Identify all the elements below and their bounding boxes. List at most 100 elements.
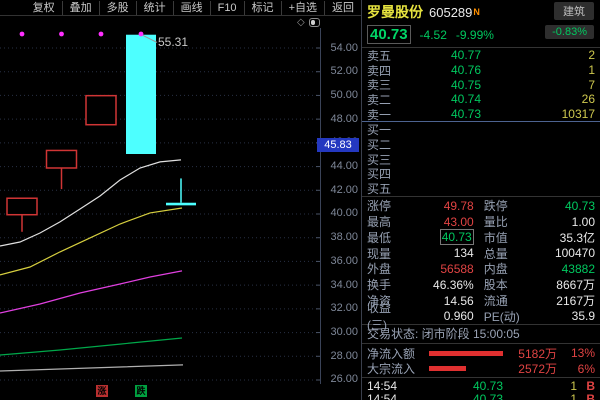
ask-row[interactable]: 卖一40.7310317 [362,107,600,122]
y-axis-label: 52.00 [318,65,358,78]
flow-pct: 6% [557,362,595,376]
stat-value: 35.3亿 [526,229,595,246]
stats-row: 收益(三)0.960PE(动)35.9 [362,308,600,324]
y-axis-label: 48.00 [318,113,358,126]
level-volume: 26 [481,92,595,106]
stat-value-text: 46.36% [433,278,474,292]
stat-label: 外盘 [367,260,401,277]
y-axis-label: 26.00 [318,373,358,386]
flow-label: 大宗流入 [367,360,429,377]
level-price: 40.75 [399,78,481,92]
bid-row[interactable]: 买一 [362,122,600,137]
level-label: 卖一 [367,106,399,123]
bid-row[interactable]: 买五 [362,181,600,196]
stat-value-text: 14.56 [444,294,474,308]
level-volume: 1 [481,63,595,77]
stat-value: 40.73 [526,199,595,213]
money-flow: 净流入额 5182万13% 大宗流入 2572万6% [362,344,600,378]
y-axis-label: 38.00 [318,231,358,244]
chart-region: 复权叠加多股统计画线F10标记+自选返回 ◇ 54.0052.0050.0048… [0,0,362,400]
stat-label: 量比 [484,213,526,230]
last-price: 40.73 [367,25,411,44]
stat-value: 134 [401,246,474,260]
price-row: 40.73 -4.52 -9.99% -0.83% [362,22,600,48]
stat-value: 43882 [526,262,595,276]
level-price: 40.76 [399,63,481,77]
flow-row: 大宗流入 2572万6% [362,361,600,377]
bid-rows: 买一买二买三买四买五 [362,121,600,195]
stat-value: 1.00 [526,215,595,229]
stat-value-text: 49.78 [444,199,474,213]
flow-bar [429,351,509,356]
stat-value: 8667万 [526,276,595,293]
level-label: 买五 [367,180,399,197]
y-axis-label: 28.00 [318,350,358,363]
stat-value: 35.9 [526,309,595,323]
tick-row: 14:5440.731B [362,393,600,400]
quote-header: 罗曼股份 605289 N 建筑 [362,0,600,22]
high-price-annotation: 55.31 [158,35,188,49]
tick-volume: 1 [503,393,577,400]
ask-row[interactable]: 卖五40.772 [362,48,600,63]
ask-row[interactable]: 卖二40.7426 [362,92,600,107]
stat-label: 跌停 [484,197,526,214]
stat-value: 2167万 [526,292,595,309]
stock-name: 罗曼股份 [367,2,423,22]
bid-row[interactable]: 买二 [362,137,600,152]
stat-value: 46.36% [401,278,474,292]
ask-row[interactable]: 卖三40.757 [362,77,600,92]
stat-value-text: 0.960 [444,309,474,323]
stat-value: 56588 [401,262,474,276]
trading-status: 交易状态: 闭市阶段 15:00:05 [362,325,600,344]
flow-value: 5182万 [509,345,557,362]
stat-label: 换手 [367,276,401,293]
level-volume: 7 [481,78,595,92]
stats-row: 换手46.36%股本8667万 [362,277,600,293]
stat-label: 涨停 [367,197,401,214]
new-stock-flag: N [473,7,480,17]
stat-value: 49.78 [401,199,474,213]
level-price: 40.74 [399,92,481,106]
candlestick-chart[interactable] [0,0,362,400]
stat-value: 43.00 [401,215,474,229]
stock-code: 605289 [429,5,472,20]
ask-row[interactable]: 卖四40.761 [362,63,600,78]
stats-row: 现量134总量100470 [362,245,600,261]
y-axis-label: 54.00 [318,42,358,55]
stat-value-text: 40.73 [440,229,474,245]
tick-volume: 1 [503,380,577,393]
sector-button[interactable]: 建筑 [554,2,594,20]
tick-side: B [577,393,595,400]
stats-grid: 涨停49.78跌停40.73最高43.00量比1.00最低40.73市值35.3… [362,197,600,325]
y-axis-label: 36.00 [318,255,358,268]
stats-row: 涨停 49.78 跌停40.73 [362,198,600,214]
stat-value: 14.56 [401,294,474,308]
level-price: 40.73 [399,107,481,121]
stat-value: 100470 [526,246,595,260]
stat-label: 市值 [484,229,526,246]
ask-rows: 卖五40.772卖四40.761卖三40.757卖二40.7426卖一40.73… [362,48,600,121]
level-price: 40.77 [399,48,481,62]
flow-pct: 13% [557,346,595,360]
y-axis-label: 32.00 [318,302,358,315]
order-book: 卖五40.772卖四40.761卖三40.757卖二40.7426卖一40.73… [362,48,600,197]
tick-time: 14:54 [367,393,411,400]
price-change-pct: -9.99% [456,28,494,42]
legend-down-badge: 跌 [135,385,147,397]
flow-bar [429,366,509,371]
y-axis-label: 40.00 [318,207,358,220]
bid-row[interactable]: 买四 [362,167,600,182]
quote-panel: 罗曼股份 605289 N 建筑 40.73 -4.52 -9.99% -0.8… [362,0,600,400]
stat-value: 40.73 [401,230,474,244]
sector-change-badge: -0.83% [545,25,594,39]
flow-label: 净流入额 [367,345,429,362]
bid-row[interactable]: 买三 [362,152,600,167]
tick-list[interactable]: 14:5440.731B14:5440.731B [362,378,600,400]
stat-value-text: 56588 [440,262,473,276]
price-axis-tag: 45.83 [317,138,359,152]
y-axis-label: 44.00 [318,160,358,173]
flow-value: 2572万 [509,360,557,377]
tick-price: 40.73 [411,393,503,400]
price-change: -4.52 [420,28,447,42]
level-volume: 2 [481,48,595,62]
